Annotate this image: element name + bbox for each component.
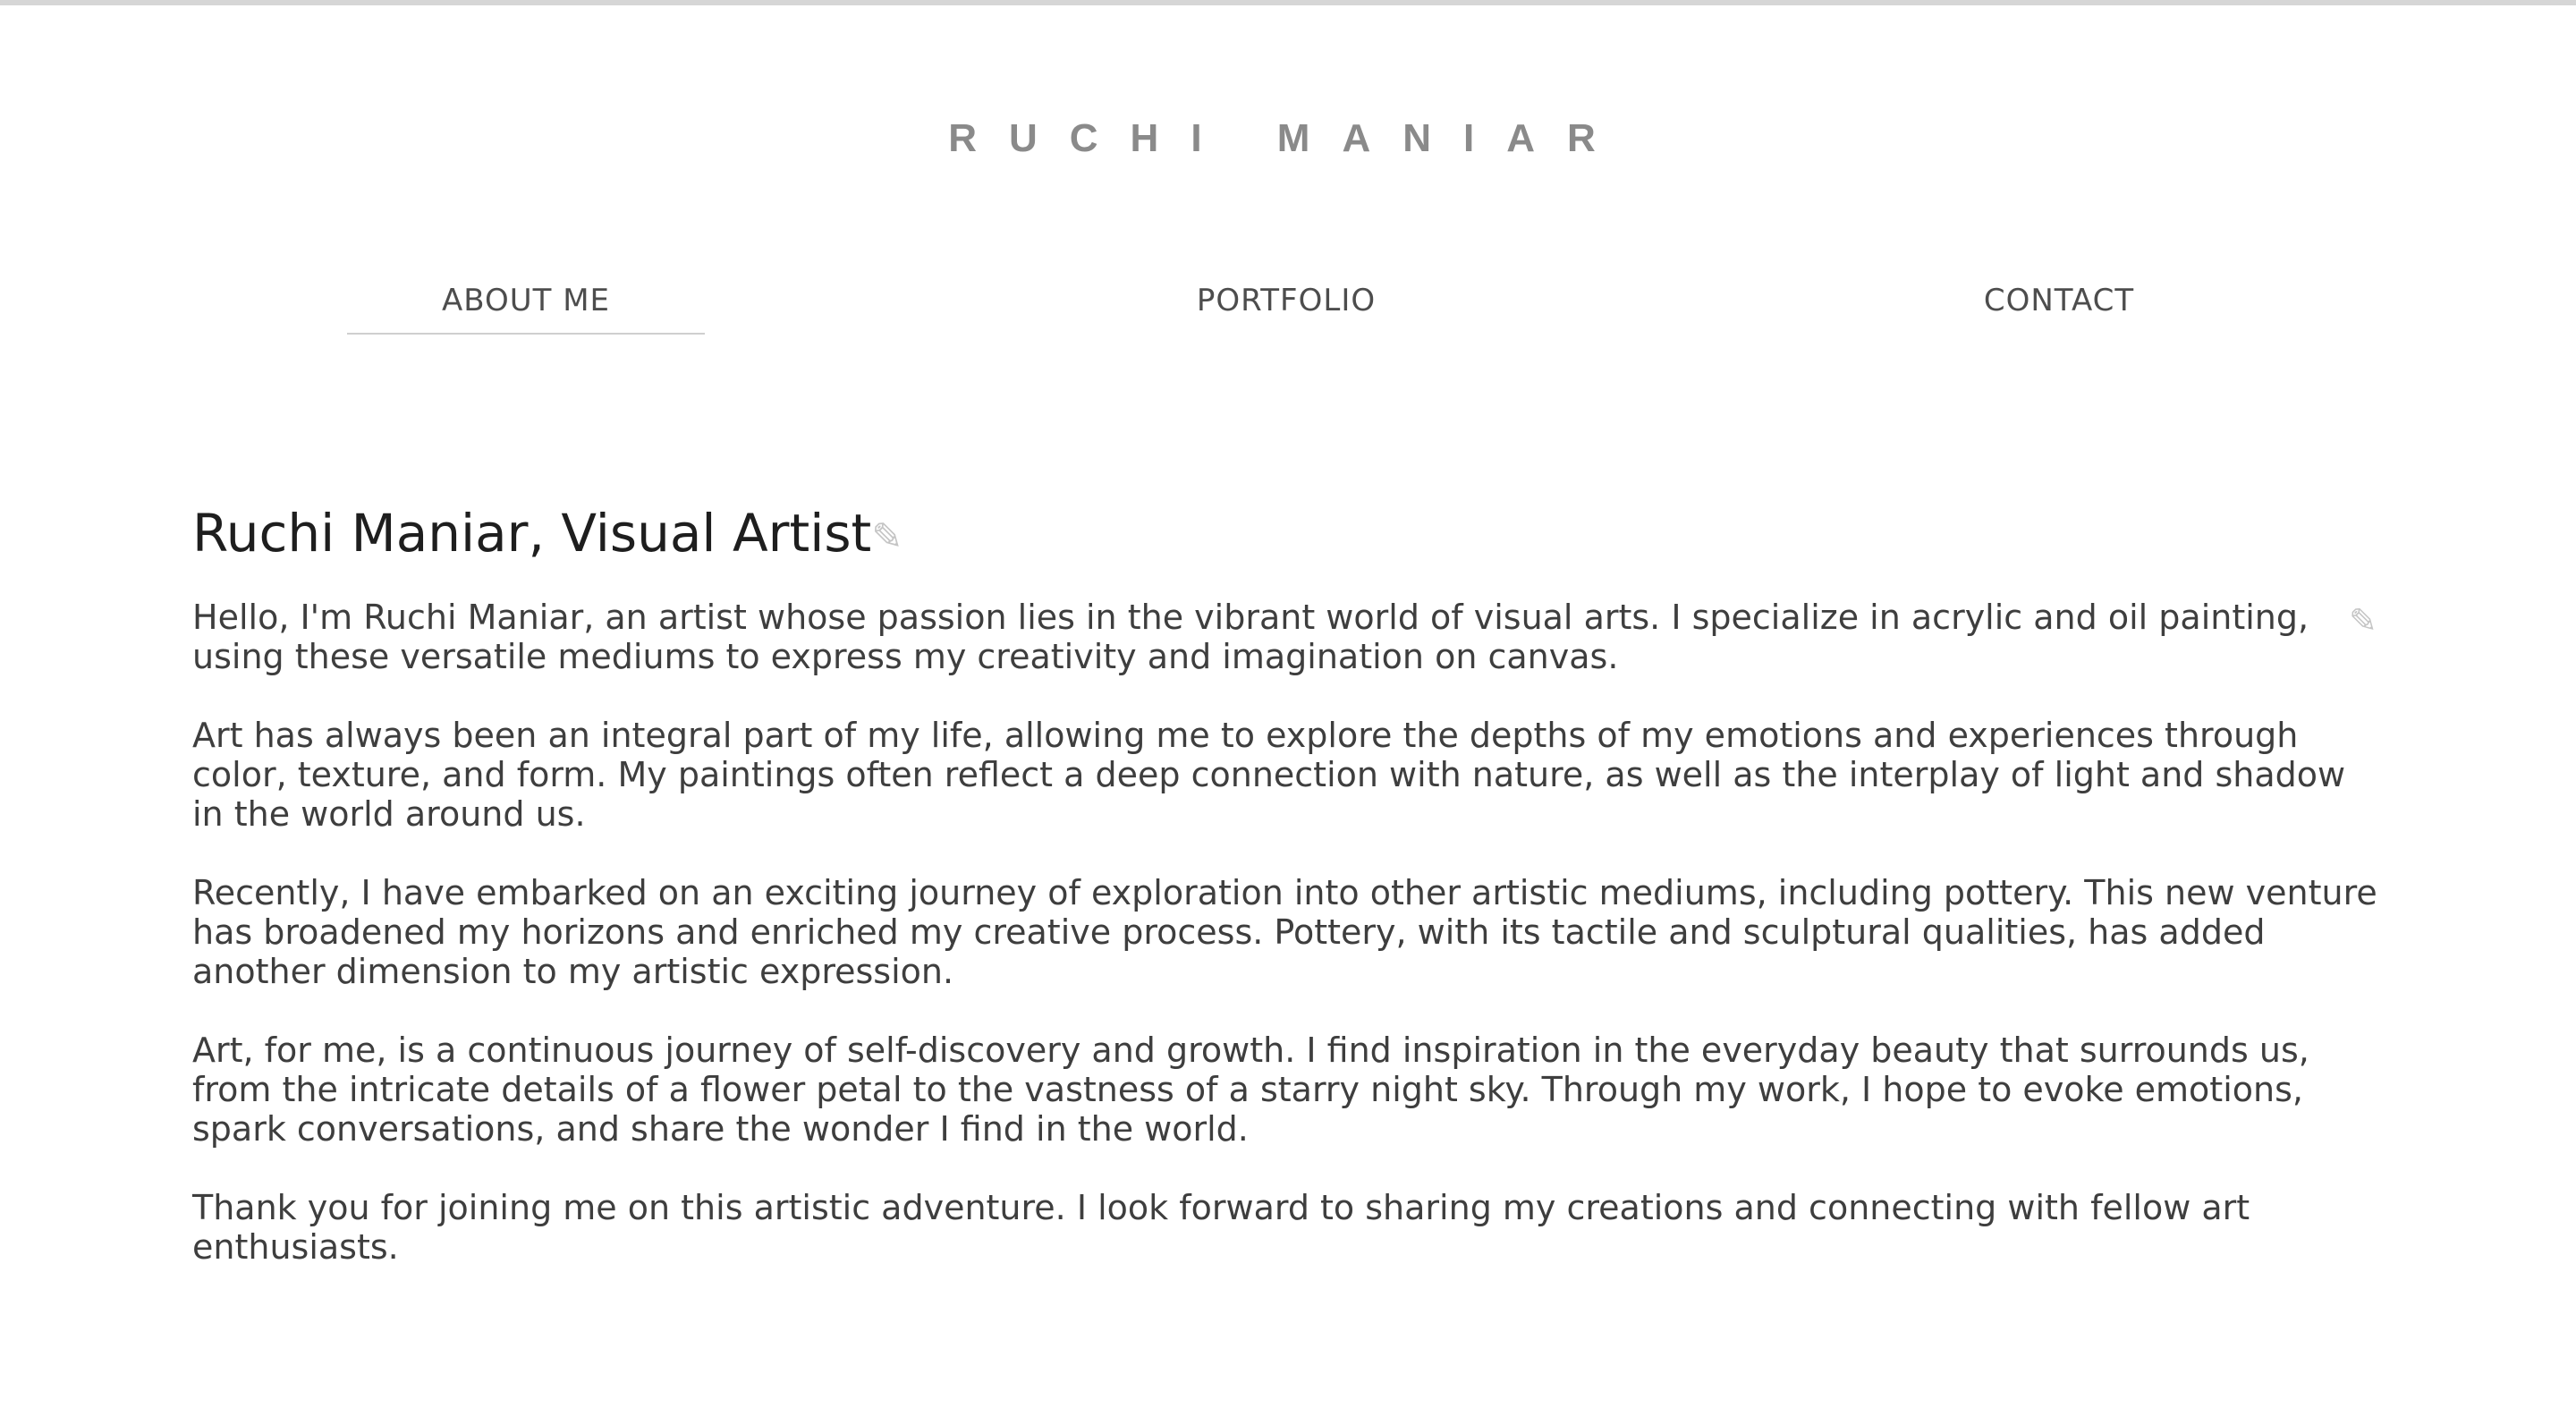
nav-about-me[interactable]: ABOUT ME (347, 283, 705, 335)
pencil-icon[interactable]: ✎ (871, 514, 902, 558)
top-border (0, 0, 2576, 5)
page-title: Ruchi Maniar, Visual Artist✎ (192, 503, 903, 564)
page-title-text: Ruchi Maniar, Visual Artist (192, 503, 872, 564)
about-paragraph: Recently, I have embarked on an exciting… (192, 873, 2377, 991)
about-paragraph: Art has always been an integral part of … (192, 716, 2346, 834)
site-brand[interactable]: RUCHI MANIAR (0, 116, 2576, 161)
about-paragraph: Thank you for joining me on this artisti… (192, 1188, 2250, 1267)
about-paragraph: Hello, I'm Ruchi Maniar, an artist whose… (192, 598, 2309, 676)
about-paragraph: Art, for me, is a continuous journey of … (192, 1031, 2309, 1149)
nav-contact[interactable]: CONTACT (1880, 283, 2238, 333)
nav-portfolio[interactable]: PORTFOLIO (1107, 283, 1465, 333)
about-body: Hello, I'm Ruchi Maniar, an artist whose… (192, 598, 2379, 1306)
